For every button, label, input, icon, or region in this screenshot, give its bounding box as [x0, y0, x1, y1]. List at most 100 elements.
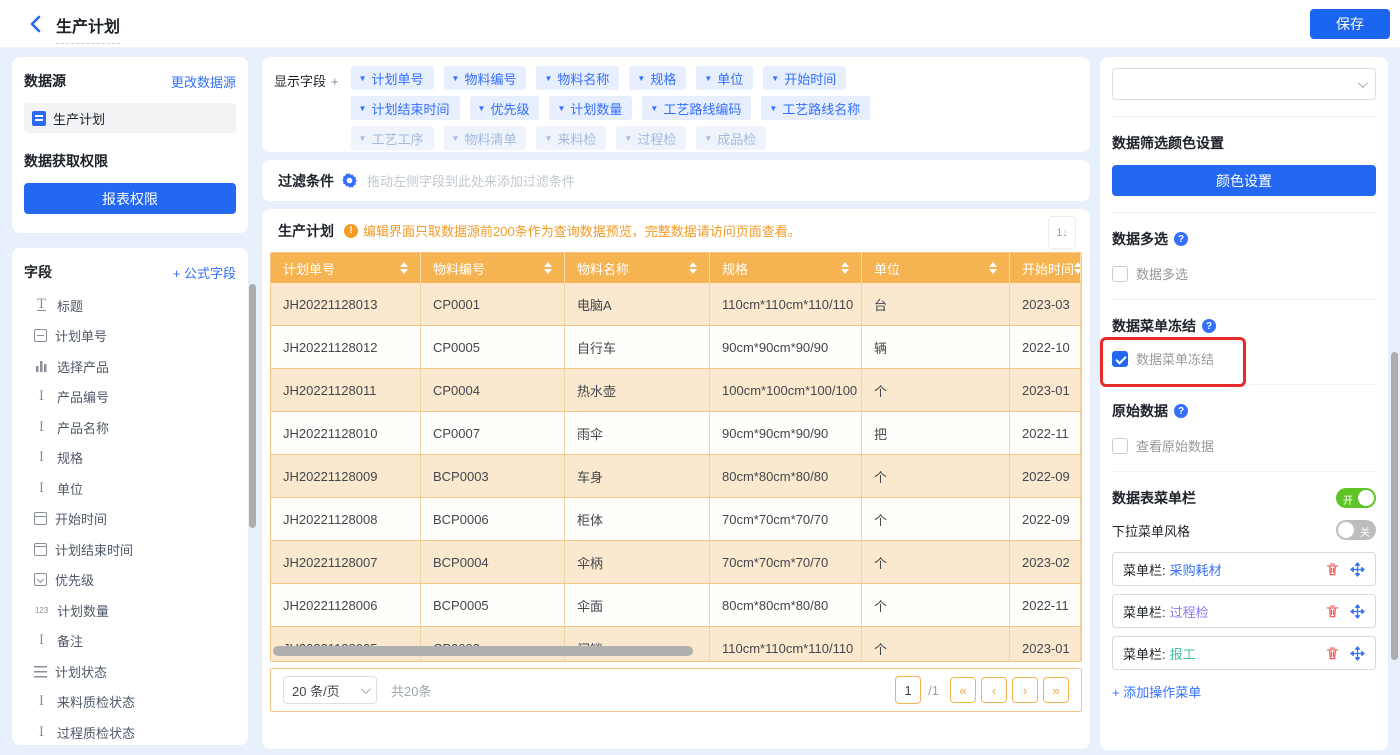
table-row[interactable]: JH20221128008BCP0006柜体70cm*70cm*70/70个20… [271, 498, 1081, 541]
field-item-选择产品[interactable]: 选择产品 [24, 351, 236, 382]
sort-arrows-icon[interactable] [1074, 262, 1081, 274]
table-row[interactable]: JH20221128011CP0004热水壶100cm*100cm*100/10… [271, 369, 1081, 412]
column-header-开始时间[interactable]: 开始时间 [1010, 253, 1081, 283]
column-header-单位[interactable]: 单位 [862, 253, 1010, 283]
table-row[interactable]: JH20221128006BCP0005伞面80cm*80cm*80/80个20… [271, 584, 1081, 627]
trash-icon[interactable] [1325, 646, 1340, 661]
last-page-button[interactable]: » [1043, 677, 1069, 703]
page-scrollbar[interactable] [1391, 352, 1398, 660]
field-item-优先级[interactable]: 优先级 [24, 565, 236, 596]
menu-card-prefix: 菜单栏: [1123, 602, 1166, 621]
column-header-计划单号[interactable]: 计划单号 [271, 253, 421, 283]
page-number-input[interactable] [895, 676, 921, 704]
save-button[interactable]: 保存 [1310, 9, 1390, 39]
move-icon[interactable] [1350, 604, 1365, 619]
display-field-chip-物料编号[interactable]: ▼物料编号 [444, 66, 527, 90]
menu-freeze-checkbox-row[interactable]: 数据菜单冻结 [1112, 349, 1376, 368]
field-item-计划结束时间[interactable]: 计划结束时间 [24, 534, 236, 565]
table-row[interactable]: JH20221128007BCP0004伞柄70cm*70cm*70/70个20… [271, 541, 1081, 584]
add-formula-field-link[interactable]: + 公式字段 [173, 263, 236, 282]
display-field-chip-计划单号[interactable]: ▼计划单号 [351, 66, 434, 90]
display-field-chip-工艺工序[interactable]: ▼工艺工序 [351, 126, 434, 150]
field-item-产品编号[interactable]: 产品编号 [24, 382, 236, 413]
table-row[interactable]: JH20221128010CP0007雨伞90cm*90cm*90/90把202… [271, 412, 1081, 455]
display-field-chip-计划数量[interactable]: ▼计划数量 [549, 96, 632, 120]
table-horizontal-scrollbar[interactable] [273, 646, 693, 656]
sort-arrows-icon[interactable] [400, 262, 408, 274]
sort-tool-button[interactable]: 1↓ [1048, 216, 1076, 249]
prev-page-button[interactable]: ‹ [981, 677, 1007, 703]
add-action-menu-link[interactable]: + 添加操作菜单 [1112, 682, 1201, 701]
display-field-chip-工艺路线名称[interactable]: ▼工艺路线名称 [761, 96, 870, 120]
table-row[interactable]: JH20221128012CP0005自行车90cm*90cm*90/90辆20… [271, 326, 1081, 369]
datasource-item[interactable]: 生产计划 [24, 103, 236, 133]
table-row[interactable]: JH20221128005CP0003门锁110cm*110cm*110/110… [271, 627, 1081, 662]
move-icon[interactable] [1350, 646, 1365, 661]
table-menu-toggle-on[interactable]: 开 [1336, 488, 1376, 508]
help-icon[interactable]: ? [1174, 404, 1188, 418]
column-header-规格[interactable]: 规格 [710, 253, 862, 283]
field-item-产品名称[interactable]: 产品名称 [24, 412, 236, 443]
menu-card-name[interactable]: 采购耗材 [1170, 560, 1222, 579]
display-field-chip-规格[interactable]: ▼规格 [629, 66, 686, 90]
display-field-chip-成品检[interactable]: ▼成品检 [696, 126, 766, 150]
move-icon[interactable] [1350, 562, 1365, 577]
raw-data-title: 原始数据 ? [1112, 401, 1376, 421]
menu-card-name[interactable]: 过程检 [1170, 602, 1209, 621]
checkbox-unchecked[interactable] [1112, 266, 1128, 282]
column-header-物料名称[interactable]: 物料名称 [565, 253, 710, 283]
display-field-chip-计划结束时间[interactable]: ▼计划结束时间 [351, 96, 460, 120]
display-field-chip-工艺路线编码[interactable]: ▼工艺路线编码 [642, 96, 751, 120]
dropdown-style-toggle-off[interactable]: 关 [1336, 520, 1376, 540]
table-cell: 2023-02 [1010, 541, 1081, 583]
sort-arrows-icon[interactable] [989, 262, 997, 274]
help-icon[interactable]: ? [1174, 232, 1188, 246]
settings-dropdown[interactable] [1112, 68, 1376, 100]
sort-arrows-icon[interactable] [841, 262, 849, 274]
table-cell: 70cm*70cm*70/70 [710, 498, 862, 540]
page-size-select[interactable]: 20 条/页 [283, 676, 377, 704]
field-item-标题[interactable]: 标题 [24, 290, 236, 321]
display-field-chip-来料检[interactable]: ▼来料检 [536, 126, 606, 150]
display-field-chip-优先级[interactable]: ▼优先级 [470, 96, 540, 120]
display-field-chip-物料清单[interactable]: ▼物料清单 [444, 126, 527, 150]
trash-icon[interactable] [1325, 562, 1340, 577]
field-item-备注[interactable]: 备注 [24, 626, 236, 657]
checkbox-checked[interactable] [1112, 351, 1128, 367]
fields-scrollbar[interactable] [249, 284, 256, 528]
filter-panel[interactable]: 过滤条件 拖动左侧字段到此处来添加过滤条件 [262, 160, 1090, 201]
next-page-button[interactable]: › [1012, 677, 1038, 703]
table-row[interactable]: JH20221128009BCP0003车身80cm*80cm*80/80个20… [271, 455, 1081, 498]
display-field-chip-过程检[interactable]: ▼过程检 [616, 126, 686, 150]
display-field-chip-物料名称[interactable]: ▼物料名称 [536, 66, 619, 90]
field-item-开始时间[interactable]: 开始时间 [24, 504, 236, 535]
sort-arrows-icon[interactable] [544, 262, 552, 274]
field-item-计划数量[interactable]: 123计划数量 [24, 595, 236, 626]
field-item-规格[interactable]: 规格 [24, 443, 236, 474]
first-page-button[interactable]: « [950, 677, 976, 703]
back-icon[interactable] [26, 14, 46, 34]
add-display-field-button[interactable]: + [331, 74, 339, 89]
field-item-过程质检状态[interactable]: 过程质检状态 [24, 717, 236, 748]
table-row[interactable]: JH20221128013CP0001电脑A110cm*110cm*110/11… [271, 283, 1081, 326]
field-item-来料质检状态[interactable]: 来料质检状态 [24, 687, 236, 718]
report-permission-button[interactable]: 报表权限 [24, 183, 236, 214]
help-icon[interactable]: ? [1202, 319, 1216, 333]
sort-arrows-icon[interactable] [689, 262, 697, 274]
change-datasource-link[interactable]: 更改数据源 [171, 72, 236, 91]
multi-select-checkbox-row[interactable]: 数据多选 [1112, 264, 1376, 283]
column-header-物料编号[interactable]: 物料编号 [421, 253, 565, 283]
color-setting-button[interactable]: 颜色设置 [1112, 165, 1376, 196]
field-item-单位[interactable]: 单位 [24, 473, 236, 504]
display-field-chip-开始时间[interactable]: ▼开始时间 [763, 66, 846, 90]
gear-icon[interactable] [342, 173, 357, 188]
display-field-chip-单位[interactable]: ▼单位 [696, 66, 753, 90]
trash-icon[interactable] [1325, 604, 1340, 619]
field-item-计划状态[interactable]: 计划状态 [24, 656, 236, 687]
menu-card-name[interactable]: 报工 [1170, 644, 1196, 663]
table-cell: 个 [862, 541, 1010, 583]
checkbox-unchecked[interactable] [1112, 438, 1128, 454]
field-item-计划单号[interactable]: 计划单号 [24, 321, 236, 352]
raw-data-checkbox-row[interactable]: 查看原始数据 [1112, 436, 1376, 455]
fields-panel: 字段 + 公式字段 标题计划单号选择产品产品编号产品名称规格单位开始时间计划结束… [12, 248, 248, 745]
